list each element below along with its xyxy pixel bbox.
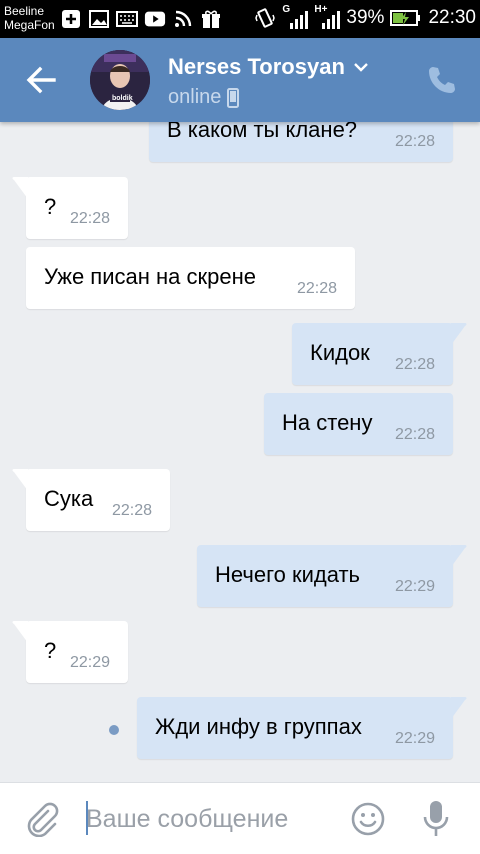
message-in[interactable]: Сука 22:28: [12, 469, 170, 531]
message-text: В каком ты клане?: [167, 122, 358, 142]
contact-name-dropdown[interactable]: Nerses Torosyan: [168, 54, 369, 80]
message-text: На стену: [282, 410, 373, 435]
keyboard-icon: [116, 8, 138, 30]
mobile-phone-icon: [227, 87, 240, 108]
message-text: Сука: [44, 486, 94, 511]
signal-1: G: [282, 4, 309, 30]
message-out[interactable]: Кидок 22:28: [292, 323, 467, 385]
message-text: Нечего кидать: [215, 562, 361, 587]
message-text: Жди инфу в группах: [155, 714, 362, 739]
voice-message-button[interactable]: [420, 799, 452, 839]
contact-status: online: [168, 86, 240, 109]
back-arrow-icon: [26, 66, 56, 94]
message-out[interactable]: В каком ты клане? 22:28: [149, 122, 453, 162]
paperclip-icon: [27, 802, 59, 838]
phone-call-icon: [429, 67, 455, 93]
rss-icon: [172, 8, 194, 30]
image-icon: [88, 8, 110, 30]
avatar-caption: boldik: [112, 95, 133, 102]
message-out[interactable]: Жди инфу в группах 22:29: [137, 697, 467, 759]
vibrate-icon: [254, 7, 276, 29]
contact-name: Nerses Torosyan: [168, 54, 345, 79]
emoji-button[interactable]: [350, 801, 386, 837]
bubble-tail: [12, 621, 28, 643]
youtube-icon: [144, 8, 166, 30]
message-in[interactable]: ? 22:28: [12, 177, 128, 239]
emoji-icon: [351, 802, 385, 836]
message-in[interactable]: ? 22:29: [12, 621, 128, 683]
message-time: 22:28: [394, 133, 435, 150]
carrier-1: Beeline: [4, 4, 45, 18]
gift-icon: [200, 8, 222, 30]
message-time: 22:28: [296, 280, 337, 297]
message-time: 22:28: [69, 210, 110, 227]
clock: 22:30: [428, 7, 476, 28]
avatar[interactable]: boldik: [90, 50, 150, 110]
bubble-tail: [12, 469, 28, 491]
message-time: 22:29: [394, 730, 435, 747]
bubble-tail: [451, 323, 467, 345]
message-time: 22:28: [394, 356, 435, 373]
bubble-tail: [451, 697, 467, 719]
add-notification-icon: [60, 8, 82, 30]
compose-bar: Ваше сообщение: [0, 782, 480, 854]
message-list[interactable]: В каком ты клане? 22:28 ? 22:28 Уже писа…: [0, 122, 480, 782]
battery-charging-icon: [390, 9, 422, 27]
message-time: 22:28: [111, 502, 152, 519]
message-out[interactable]: Нечего кидать 22:29: [197, 545, 467, 607]
call-button[interactable]: [426, 64, 458, 96]
back-button[interactable]: [20, 62, 60, 98]
bubble-tail: [451, 545, 467, 567]
message-out[interactable]: На стену 22:28: [264, 393, 453, 455]
message-text: Кидок: [310, 340, 370, 365]
signal-2: H+: [314, 4, 341, 30]
message-text: ?: [44, 194, 57, 219]
microphone-icon: [423, 801, 449, 836]
unread-indicator: [109, 725, 119, 735]
message-input[interactable]: Ваше сообщение: [86, 801, 336, 837]
status-bar: Beeline MegaFon G H+ 39% 22:30: [0, 0, 480, 38]
message-time: 22:29: [69, 654, 110, 671]
message-text: Уже писан на скрене: [44, 264, 256, 289]
carrier-names: Beeline MegaFon: [4, 4, 55, 32]
message-time: 22:28: [394, 426, 435, 443]
status-right: G H+ 39% 22:30: [254, 4, 476, 30]
carrier-2: MegaFon: [4, 18, 55, 32]
battery-percent: 39%: [346, 7, 385, 28]
network-type-2: H+: [314, 4, 328, 15]
message-time: 22:29: [394, 578, 435, 595]
attach-button[interactable]: [24, 801, 60, 838]
bubble-tail: [12, 177, 28, 199]
message-text: ?: [44, 638, 57, 663]
chat-header: boldik Nerses Torosyan online: [0, 38, 480, 122]
status-text: online: [168, 86, 222, 108]
message-in[interactable]: Уже писан на скрене 22:28: [26, 247, 355, 309]
network-type-1: G: [282, 4, 291, 15]
notification-icons: [60, 8, 222, 30]
chevron-down-icon: [354, 63, 368, 72]
